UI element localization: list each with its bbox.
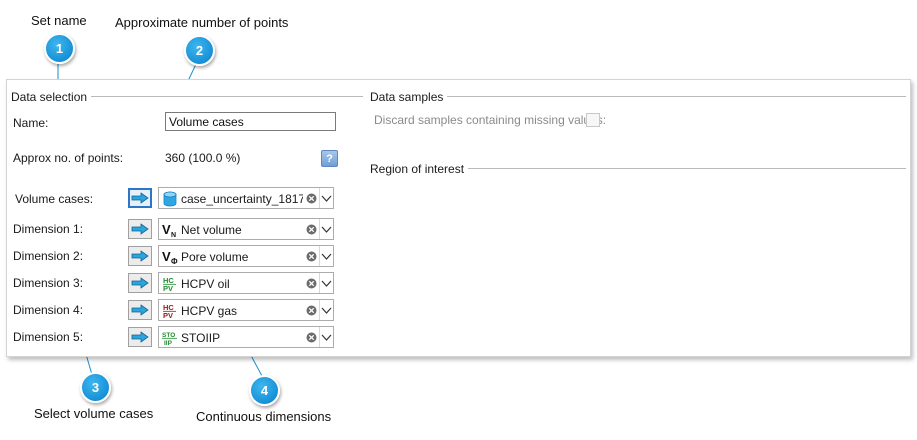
volume-cases-insert-button[interactable] [128, 188, 152, 208]
arrow-right-icon [131, 277, 149, 289]
combo-separator [319, 327, 320, 347]
svg-text:IIP: IIP [164, 340, 173, 346]
svg-text:V: V [162, 222, 171, 237]
clear-icon[interactable] [306, 305, 317, 316]
approx-points-value: 360 (100.0 %) [165, 151, 241, 165]
callout-badge-3: 3 [80, 372, 111, 403]
dimension-4-insert-button[interactable] [128, 300, 152, 320]
callout-badge-1: 1 [44, 33, 75, 64]
chevron-down-icon[interactable] [321, 306, 332, 315]
discard-missing-checkbox[interactable] [586, 113, 600, 127]
net-volume-icon: V N [162, 222, 176, 238]
dimension-5-label: Dimension 5: [13, 330, 84, 344]
clear-icon[interactable] [306, 332, 317, 343]
combo-separator [319, 188, 320, 208]
pore-volume-icon: V Φ [162, 249, 178, 265]
clear-icon[interactable] [306, 193, 317, 204]
arrow-right-icon [131, 331, 149, 343]
data-samples-title: Data samples [370, 90, 448, 104]
arrow-right-icon [131, 223, 149, 235]
chevron-down-icon[interactable] [321, 252, 332, 261]
dimension-1-value: Net volume [181, 223, 242, 237]
data-selection-title: Data selection [11, 90, 92, 104]
clear-icon[interactable] [306, 278, 317, 289]
combo-separator [319, 246, 320, 266]
svg-text:PV: PV [163, 311, 173, 319]
dimension-1-insert-button[interactable] [128, 219, 152, 239]
clear-icon[interactable] [306, 224, 317, 235]
volume-cases-value: case_uncertainty_1817, c [181, 192, 303, 206]
chevron-down-icon[interactable] [321, 279, 332, 288]
svg-text:Φ: Φ [171, 257, 178, 265]
dimension-1-label: Dimension 1: [13, 222, 84, 236]
dimension-2-label: Dimension 2: [13, 249, 84, 263]
combo-separator [319, 219, 320, 239]
arrow-right-icon [131, 250, 149, 262]
callout-badge-2: 2 [184, 35, 215, 66]
help-icon[interactable]: ? [321, 150, 338, 167]
dimension-5-value: STOIIP [181, 331, 221, 345]
svg-text:N: N [171, 232, 176, 238]
dimension-5-insert-button[interactable] [128, 327, 152, 347]
callout-label-set-name: Set name [31, 13, 87, 28]
callout-label-select-volume-cases: Select volume cases [34, 406, 154, 421]
name-input[interactable] [165, 112, 336, 131]
svg-text:PV: PV [163, 284, 173, 292]
data-samples-divider [370, 96, 906, 97]
clear-icon[interactable] [306, 251, 317, 262]
chevron-down-icon[interactable] [321, 194, 332, 203]
data-selection-panel: Data selection Data samples Discard samp… [6, 79, 911, 357]
region-of-interest-title: Region of interest [370, 162, 469, 176]
callout-label-continuous-dimensions: Continuous dimensions [196, 409, 332, 424]
dimension-2-combo[interactable]: V Φ Pore volume [158, 245, 334, 267]
approx-points-label: Approx no. of points: [13, 151, 124, 165]
volume-cases-label: Volume cases: [15, 192, 94, 206]
dimension-5-combo[interactable]: STO IIP STOIIP [158, 326, 334, 348]
dimension-2-insert-button[interactable] [128, 246, 152, 266]
combo-separator [319, 300, 320, 320]
dimension-3-insert-button[interactable] [128, 273, 152, 293]
dimension-3-combo[interactable]: HC PV HCPV oil [158, 272, 334, 294]
dimension-2-value: Pore volume [181, 250, 249, 264]
dimension-1-combo[interactable]: V N Net volume [158, 218, 334, 240]
hcpv-oil-icon: HC PV [163, 276, 176, 292]
arrow-right-icon [131, 192, 149, 204]
volume-cases-combo[interactable]: case_uncertainty_1817, c [158, 187, 334, 209]
stoiip-icon: STO IIP [162, 332, 177, 346]
dimension-3-value: HCPV oil [181, 277, 230, 291]
discard-missing-label: Discard samples containing missing value… [374, 113, 607, 127]
callout-label-approx-points: Approximate number of points [115, 15, 289, 30]
dimension-4-value: HCPV gas [181, 304, 238, 318]
name-label: Name: [13, 116, 49, 130]
cylinder-icon [163, 191, 177, 207]
dimension-4-combo[interactable]: HC PV HCPV gas [158, 299, 334, 321]
svg-text:V: V [162, 249, 171, 264]
arrow-right-icon [131, 304, 149, 316]
hcpv-gas-icon: HC PV [163, 303, 176, 319]
dimension-3-label: Dimension 3: [13, 276, 84, 290]
chevron-down-icon[interactable] [321, 225, 332, 234]
callout-badge-4: 4 [249, 375, 280, 406]
combo-separator [319, 273, 320, 293]
dimension-4-label: Dimension 4: [13, 303, 84, 317]
chevron-down-icon[interactable] [321, 333, 332, 342]
